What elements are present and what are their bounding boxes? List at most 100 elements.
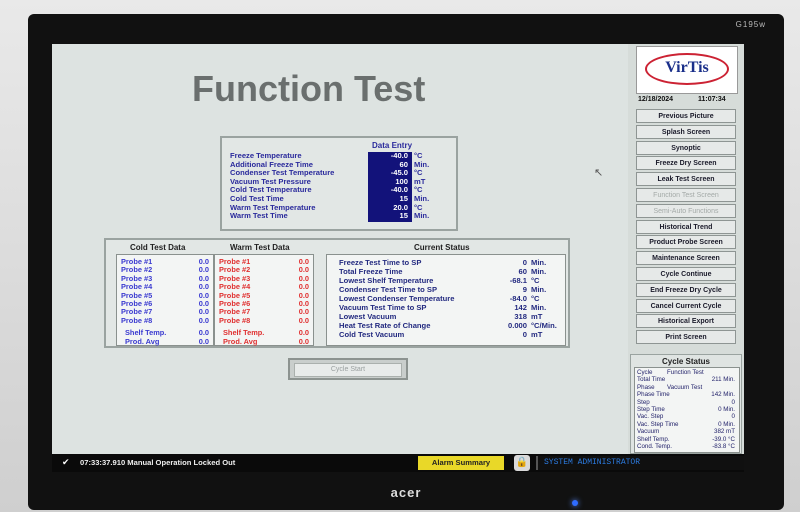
cycle-status-row: Total Time 211 Min. <box>637 376 737 383</box>
cycle-status-row: Phase Time 142 Min. <box>637 391 737 398</box>
cycle-status-label: Shelf Temp. <box>637 435 670 443</box>
status-value: 60 <box>518 267 527 276</box>
alarm-summary-button[interactable]: Alarm Summary <box>418 456 504 470</box>
status-unit: Min. <box>531 285 547 294</box>
nav-button-historical-export[interactable]: Historical Export <box>636 314 736 329</box>
status-message: 07:33:37.910 Manual Operation Locked Out <box>80 458 236 467</box>
warm-probe-value: 0.0 <box>298 336 309 346</box>
status-value: -68.1 <box>509 276 527 285</box>
nav-button-product-probe-screen[interactable]: Product Probe Screen <box>636 235 736 250</box>
status-label: Heat Test Rate of Change <box>339 321 431 330</box>
warm-probe-label: Prod. Avg <box>223 336 258 346</box>
status-value: 318 <box>514 312 527 321</box>
cycle-status-label: Vacuum <box>637 428 660 436</box>
nav-button-historical-trend[interactable]: Historical Trend <box>636 219 736 234</box>
power-led-icon[interactable] <box>572 500 578 506</box>
status-unit: Min. <box>531 267 547 276</box>
warm-test-header: Warm Test Data <box>230 243 290 252</box>
nav-button-freeze-dry-screen[interactable]: Freeze Dry Screen <box>636 156 736 171</box>
current-status-box: Freeze Test Time to SP 0 Min. Total Freeze … <box>326 254 566 346</box>
warm-probe-value: 0.0 <box>298 315 309 325</box>
cycle-status-label: Phase <box>637 383 655 391</box>
cycle-status-label: Cond. Temp. <box>637 443 672 450</box>
status-row: Condenser Test Time to SP 9 Min. <box>339 285 559 294</box>
cycle-status-value: -83.8 °C <box>712 443 735 450</box>
data-entry-row: Warm Test Time 15 Min. <box>230 212 450 221</box>
nav-button-maintenance-screen[interactable]: Maintenance Screen <box>636 251 736 266</box>
cycle-status-row: Vacuum 382 mT <box>637 428 737 435</box>
virtis-logo: VirTis <box>636 46 738 94</box>
status-value: -84.0 <box>509 294 527 303</box>
cycle-status-row: Step Time 0 Min. <box>637 406 737 413</box>
status-unit: °C <box>531 276 540 285</box>
nav-button-cancel-current-cycle[interactable]: Cancel Current Cycle <box>636 298 736 313</box>
cold-probe-label: Prod. Avg <box>125 336 160 346</box>
cycle-start-button[interactable]: Cycle Start <box>288 358 408 380</box>
status-unit: °C/Min. <box>531 321 557 330</box>
status-value: 0 <box>522 330 527 339</box>
data-entry-label: Warm Test Time <box>230 211 288 221</box>
status-row: Lowest Shelf Temperature -68.1 °C <box>339 276 559 285</box>
status-unit: Min. <box>531 303 547 312</box>
nav-button-splash-screen[interactable]: Splash Screen <box>636 124 736 139</box>
cycle-status-value: 0 <box>731 413 735 421</box>
status-row: Freeze Test Time to SP 0 Min. <box>339 258 559 267</box>
cycle-status-value: -39.0 °C <box>712 435 735 443</box>
cycle-status-row: Cycle Function Test <box>637 369 737 376</box>
status-label: Cold Test Vacuum <box>339 330 405 339</box>
cycle-status-panel: Cycle Status Cycle Function Test Total Tim… <box>630 354 742 454</box>
current-status-header: Current Status <box>414 243 470 252</box>
cycle-status-value: 0 <box>731 398 735 406</box>
cold-test-header: Cold Test Data <box>130 243 186 252</box>
mouse-cursor-icon: ↖ <box>594 167 604 179</box>
data-entry-panel: Data Entry Freeze Temperature -40.0 °C Addi… <box>220 136 458 231</box>
status-label: Lowest Shelf Temperature <box>339 276 434 285</box>
status-value: 0 <box>522 258 527 267</box>
nav-button-previous-picture[interactable]: Previous Picture <box>636 109 736 123</box>
cycle-status-label: Step Time <box>637 406 665 413</box>
cycle-status-value: 142 Min. <box>711 391 735 399</box>
cold-probe-value: 0.0 <box>198 336 209 346</box>
check-icon: ✔ <box>62 457 70 467</box>
cycle-status-label: Vac. Step Time <box>637 420 679 428</box>
nav-button-synoptic[interactable]: Synoptic <box>636 140 736 155</box>
status-label: Lowest Vacuum <box>339 312 397 321</box>
nav-button-end-freeze-dry-cycle[interactable]: End Freeze Dry Cycle <box>636 282 736 297</box>
time-display: 11:07:34 <box>698 96 726 103</box>
status-value: 9 <box>522 285 527 294</box>
status-unit: °C <box>531 294 540 303</box>
data-entry-value-field[interactable]: 15 <box>368 212 410 221</box>
status-label: Vacuum Test Time to SP <box>339 303 427 312</box>
status-label: Freeze Test Time to SP <box>339 258 422 267</box>
nav-button-leak-test-screen[interactable]: Leak Test Screen <box>636 172 736 187</box>
nav-button-function-test-screen: Function Test Screen <box>636 188 736 202</box>
cycle-status-text: Function Test <box>667 369 704 376</box>
cycle-status-row: Shelf Temp. -39.0 °C <box>637 436 737 443</box>
date-display: 12/18/2024 <box>638 96 674 103</box>
cycle-status-label: Vac. Step <box>637 413 664 421</box>
cycle-status-row: Step 0 <box>637 399 737 406</box>
status-label: Condenser Test Time to SP <box>339 285 438 294</box>
data-entry-header: Data Entry <box>372 141 413 150</box>
monitor-model: G195w <box>735 20 766 29</box>
status-unit: Min. <box>531 258 547 267</box>
test-data-panel: Cold Test Data Warm Test Data Current St… <box>104 238 570 348</box>
cold-probe-label: Probe #8 <box>121 315 153 325</box>
cycle-status-title: Cycle Status <box>661 357 711 366</box>
cycle-status-box: Cycle Function Test Total Time 211 Min. Phas… <box>634 367 740 453</box>
status-row: Total Freeze Time 60 Min. <box>339 267 559 276</box>
main-area: Function Test Data Entry Freeze Temperat… <box>52 44 628 454</box>
cycle-status-value: 0 Min. <box>718 406 735 413</box>
cold-probe-value: 0.0 <box>198 315 209 325</box>
nav-button-print-screen[interactable]: Print Screen <box>636 330 736 345</box>
status-label: Total Freeze Time <box>339 267 403 276</box>
lock-icon[interactable]: 🔒 <box>514 455 530 471</box>
nav-button-cycle-continue[interactable]: Cycle Continue <box>636 267 736 281</box>
status-row: Lowest Condenser Temperature -84.0 °C <box>339 294 559 303</box>
cycle-status-row: Vac. Step 0 <box>637 413 737 420</box>
cycle-status-row: Phase Vacuum Test <box>637 384 737 391</box>
sidebar: VirTis 12/18/2024 11:07:34 Previous Pict… <box>630 44 742 454</box>
status-unit: mT <box>531 330 543 339</box>
status-unit: mT <box>531 312 543 321</box>
status-value: 142 <box>514 303 527 312</box>
